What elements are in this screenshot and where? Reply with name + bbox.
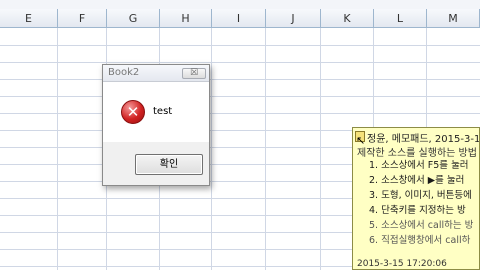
comment-note[interactable]: 정윤, 메모패드, 2015-3-1 제작한 소스를 실행하는 방법 1. 소스… [352,127,480,270]
dialog-body: ✕ test [103,82,209,142]
column-header-l[interactable]: L [374,9,427,28]
grid-line [57,28,58,270]
close-icon: ☒ [189,68,199,78]
column-header-j[interactable]: J [266,9,321,28]
column-header-f[interactable]: F [58,9,107,28]
ok-button[interactable]: 확인 [135,154,203,175]
column-header-k[interactable]: K [321,9,374,28]
grid-line [320,28,321,270]
close-button[interactable]: ☒ [182,68,206,79]
dialog-titlebar[interactable]: Book2 ☒ [103,65,209,82]
note-item-1: 1. 소스상에서 F5를 눌러 [369,160,469,171]
column-header-e[interactable]: E [0,9,58,28]
note-item-4: 4. 단축키를 지정하는 방 [369,205,466,216]
message-box-dialog: Book2 ☒ ✕ test 확인 [102,64,210,186]
dialog-title: Book2 [108,67,140,78]
grid-line [211,28,212,270]
note-header: 정윤, 메모패드, 2015-3-1 [355,130,480,145]
error-x-glyph: ✕ [126,103,140,121]
column-header-m[interactable]: M [427,9,480,28]
dialog-message: test [153,106,173,117]
grid-line [0,113,480,114]
mouse-cursor-icon: ↖ [356,134,366,147]
note-item-6: 6. 직접실행창에서 call하 [369,235,471,246]
grid-line [265,28,266,270]
column-header-h[interactable]: H [160,9,212,28]
grid-line [0,96,480,97]
column-header-g[interactable]: G [107,9,160,28]
note-item-2: 2. 소스창에서 ▶를 눌러 [369,175,465,186]
error-icon: ✕ [121,100,145,124]
column-header-i[interactable]: I [212,9,266,28]
note-item-3: 3. 도형, 이미지, 버튼등에 [369,190,472,201]
note-subtitle: 제작한 소스를 실행하는 방법 [357,148,477,159]
grid-line [0,79,480,80]
grid-line [0,62,480,63]
note-timestamp: 2015-3-15 17:20:06 [357,259,447,269]
note-list: 1. 소스상에서 F5를 눌러 2. 소스창에서 ▶를 눌러 3. 도형, 이미… [369,158,473,248]
grid-line [0,45,480,46]
note-item-5: 5. 소스상에서 call하는 방 [369,220,474,231]
note-title: 정윤, 메모패드, 2015-3-1 [367,134,480,145]
